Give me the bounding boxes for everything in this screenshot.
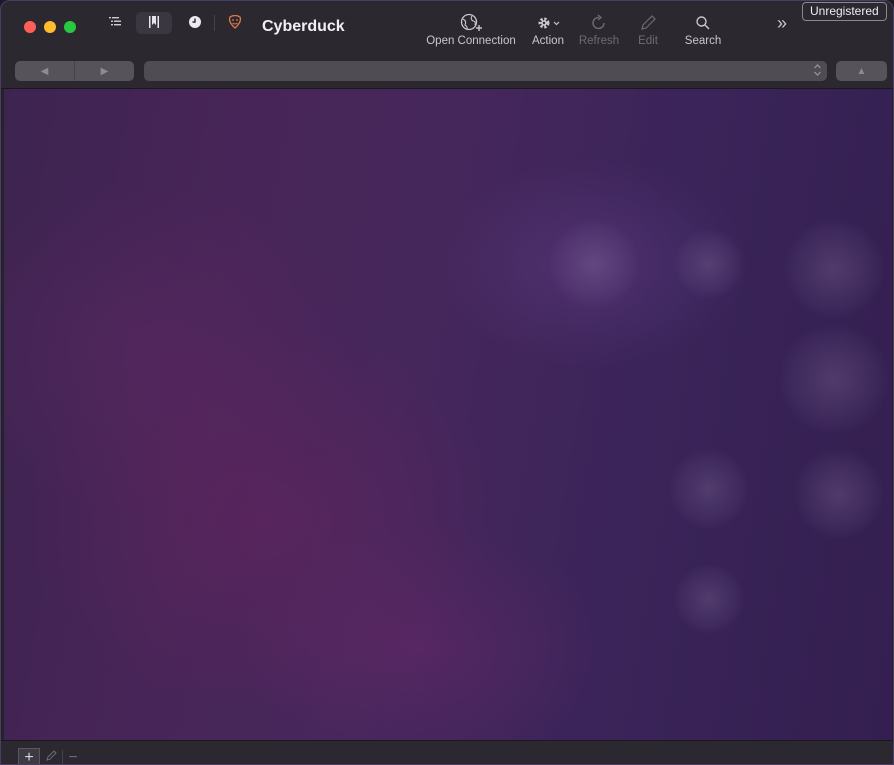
globe-plus-icon [459, 11, 483, 35]
pencil-icon [639, 11, 657, 35]
title-bar: Cyberduck Open Connection Action Refresh… [1, 1, 893, 57]
add-bookmark-button[interactable]: + [18, 748, 40, 764]
background-bokeh [674, 564, 744, 634]
search-label: Search [684, 35, 722, 47]
action-label: Action [532, 35, 564, 47]
background-bokeh [669, 449, 749, 529]
zoom-window-button[interactable] [64, 21, 76, 33]
background-bokeh [779, 324, 889, 434]
bottom-bar: + − [1, 740, 893, 765]
back-button[interactable]: ◀ [15, 61, 74, 81]
close-window-button[interactable] [24, 21, 36, 33]
remove-bookmark-button[interactable]: − [62, 748, 84, 765]
pencil-icon [45, 749, 58, 765]
search-icon [695, 11, 711, 35]
gear-icon [535, 11, 561, 35]
refresh-icon [590, 11, 608, 35]
forward-button[interactable]: ▶ [75, 61, 134, 81]
refresh-button[interactable]: Refresh [577, 11, 621, 53]
chevron-updown-icon [813, 63, 822, 78]
path-popup[interactable] [144, 61, 827, 81]
cyberduck-window: Cyberduck Open Connection Action Refresh… [0, 0, 894, 765]
toolbar-separator [214, 15, 215, 31]
bookmarks-icon [148, 15, 160, 32]
edit-bookmark-button[interactable] [40, 748, 62, 765]
navigation-segmented-control: ◀ ▶ [15, 61, 134, 81]
refresh-label: Refresh [578, 35, 620, 47]
background-bokeh [674, 229, 744, 299]
edit-button[interactable]: Edit [631, 11, 665, 53]
open-connection-label: Open Connection [426, 35, 516, 47]
toolbar-overflow-button[interactable]: » [771, 14, 793, 32]
path-bar: ◀ ▶ ▲ [1, 57, 893, 89]
search-button[interactable]: Search [681, 11, 725, 53]
bonjour-toggle[interactable] [217, 12, 253, 34]
bookmarks-toggle[interactable] [136, 12, 172, 34]
parent-directory-button[interactable]: ▲ [836, 61, 887, 81]
background-bokeh [784, 219, 884, 319]
edit-label: Edit [638, 35, 658, 47]
minimize-window-button[interactable] [44, 21, 56, 33]
unregistered-badge[interactable]: Unregistered [802, 2, 887, 21]
history-icon [188, 15, 202, 32]
background-bokeh [794, 449, 884, 539]
action-menu-button[interactable]: Action [528, 11, 568, 53]
background-bokeh [549, 219, 639, 309]
bonjour-icon [227, 14, 243, 32]
outline-view-icon [108, 16, 122, 31]
history-toggle[interactable] [177, 12, 213, 34]
window-title: Cyberduck [262, 18, 345, 35]
outline-view-toggle[interactable] [97, 12, 133, 34]
open-connection-button[interactable]: Open Connection [425, 11, 517, 53]
bookmark-list-area[interactable] [4, 89, 892, 740]
